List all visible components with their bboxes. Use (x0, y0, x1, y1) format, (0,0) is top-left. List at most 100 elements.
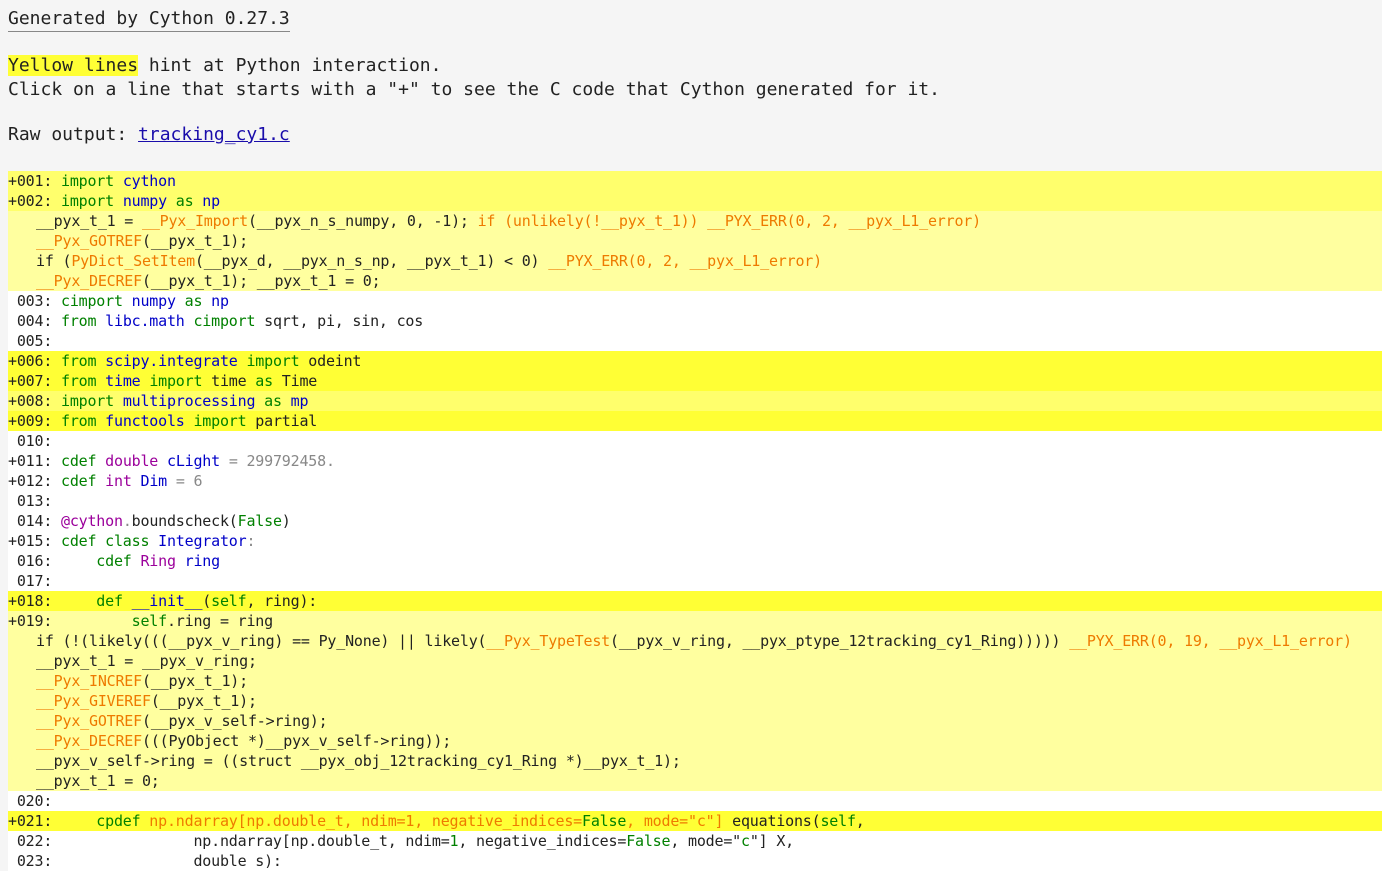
code-token: __Pyx_GIVEREF (36, 692, 151, 710)
code-token: __PYX_ERR(0, 2, __pyx_L1_error) (548, 252, 822, 270)
code-token: multiprocessing (122, 392, 256, 410)
code-token: functools (105, 412, 185, 430)
code-token: __pyx_t_1 = 0; (36, 772, 160, 790)
code-token: c (741, 832, 750, 850)
code-token: __Pyx_GOTREF (36, 232, 142, 250)
code-token: time (211, 372, 256, 390)
code-token: Integrator (158, 532, 247, 550)
source-line: 017: (8, 571, 1382, 591)
code-token: = 299792458. (219, 452, 335, 470)
code-token: __Pyx_TypeTest (486, 632, 611, 650)
line-number: +001: (8, 172, 53, 190)
code-token: if (!(likely(((__pyx_v_ring) == Py_None)… (36, 632, 487, 650)
code-token: as (175, 292, 212, 310)
source-line[interactable]: +008: import multiprocessing as mp (8, 391, 1382, 411)
code-token: : (246, 532, 256, 550)
code-token: double s): (52, 852, 282, 870)
line-number: +018: (8, 592, 53, 610)
c-code-line: __pyx_v_self->ring = ((struct __pyx_obj_… (8, 751, 1382, 771)
source-line[interactable]: +002: import numpy as np (8, 191, 1382, 211)
line-number: 023: (8, 852, 53, 870)
code-token: cdef (52, 452, 106, 470)
line-number: 013: (8, 492, 53, 510)
code-token: from (52, 412, 106, 430)
source-line: 005: (8, 331, 1382, 351)
code-token: cLight (158, 452, 220, 470)
code-token: if (unlikely(!__pyx_t_1)) __PYX_ERR(0, 2… (477, 212, 982, 230)
source-line[interactable]: +007: from time import time as Time (8, 371, 1382, 391)
line-number: +019: (8, 612, 53, 630)
raw-output-row: Raw output: tracking_cy1.c (8, 124, 1374, 145)
code-token: (((PyObject *)__pyx_v_self->ring)); (141, 732, 452, 750)
code-token: self (211, 592, 247, 610)
code-token: from (52, 372, 106, 390)
source-line: 014: @cython.boundscheck(False) (8, 511, 1382, 531)
code-token: cdef (52, 552, 141, 570)
source-line[interactable]: +021: cpdef np.ndarray[np.double_t, ndim… (8, 811, 1382, 831)
code-token: cdef (52, 472, 106, 490)
code-token: (__pyx_v_ring, __pyx_ptype_12tracking_cy… (610, 632, 1070, 650)
raw-output-label: Raw output: (8, 124, 139, 145)
code-token: scipy.integrate (105, 352, 238, 370)
source-line[interactable]: +019: self.ring = ring (8, 611, 1382, 631)
line-number: +021: (8, 812, 53, 830)
c-code-line: __Pyx_INCREF(__pyx_t_1); (8, 671, 1382, 691)
line-number: +009: (8, 412, 53, 430)
c-code-line: __pyx_t_1 = 0; (8, 771, 1382, 791)
code-token: __init__ (131, 592, 203, 610)
code-token: partial (255, 412, 318, 430)
code-token: __PYX_ERR(0, 19, __pyx_L1_error) (1069, 632, 1352, 650)
source-line[interactable]: +012: cdef int Dim = 6 (8, 471, 1382, 491)
hint-line-1: Yellow lines hint at Python interaction. (8, 54, 1374, 78)
code-token: cpdef (52, 812, 150, 830)
raw-output-link[interactable]: tracking_cy1.c (138, 124, 290, 145)
c-code-line: __Pyx_DECREF(__pyx_t_1); __pyx_t_1 = 0; (8, 271, 1382, 291)
code-token: int (105, 472, 132, 490)
code-token: import (140, 372, 212, 390)
source-line: 003: cimport numpy as np (8, 291, 1382, 311)
source-line[interactable]: +018: def __init__(self, ring): (8, 591, 1382, 611)
c-code-line: __Pyx_DECREF(((PyObject *)__pyx_v_self->… (8, 731, 1382, 751)
source-line[interactable]: +015: cdef class Integrator: (8, 531, 1382, 551)
code-token: import (237, 352, 309, 370)
code-token: libc.math (105, 312, 185, 330)
code-token: Time (281, 372, 318, 390)
code-token: , ring): (246, 592, 318, 610)
hint-line-2: Click on a line that starts with a "+" t… (8, 79, 940, 100)
c-code-line: if (PyDict_SetItem(__pyx_d, __pyx_n_s_np… (8, 251, 1382, 271)
code-token: cimport (184, 312, 265, 330)
code-token: numpy (131, 292, 176, 310)
code-token: from (52, 352, 106, 370)
code-token: __Pyx_GOTREF (36, 712, 142, 730)
code-token: def (52, 592, 132, 610)
code-token: numpy (122, 192, 167, 210)
generator-credit: Generated by Cython 0.27.3 (8, 8, 290, 32)
line-number: 022: (8, 832, 53, 850)
code-token: , mode="c"] (626, 812, 724, 830)
c-code-line: __pyx_t_1 = __Pyx_Import(__pyx_n_s_numpy… (8, 211, 1382, 231)
code-token: , mode=" (670, 832, 741, 850)
code-token: @cython (52, 512, 123, 530)
c-code-line: if (!(likely(((__pyx_v_ring) == Py_None)… (8, 631, 1382, 651)
source-line[interactable]: +011: cdef double cLight = 299792458. (8, 451, 1382, 471)
source-line: 016: cdef Ring ring (8, 551, 1382, 571)
code-token: np (211, 292, 229, 310)
code-token: as (255, 372, 282, 390)
source-line: 004: from libc.math cimport sqrt, pi, si… (8, 311, 1382, 331)
code-token: False (626, 832, 671, 850)
source-line[interactable]: +006: from scipy.integrate import odeint (8, 351, 1382, 371)
code-token: np.ndarray[np.double_t, ndim=1, negative… (149, 812, 583, 830)
code-token: import (52, 172, 123, 190)
code-token: sqrt, pi, sin, cos (264, 312, 424, 330)
code-token: cdef class (52, 532, 159, 550)
code-token: from (52, 312, 106, 330)
code-token: Dim (131, 472, 167, 490)
code-token: (__pyx_n_s_numpy, 0, -1); (247, 212, 478, 230)
code-token: __Pyx_DECREF (36, 732, 142, 750)
code-token: (__pyx_v_self->ring); (141, 712, 328, 730)
source-line: 013: (8, 491, 1382, 511)
source-line[interactable]: +009: from functools import partial (8, 411, 1382, 431)
code-token: as (255, 392, 291, 410)
line-number: +006: (8, 352, 53, 370)
source-line[interactable]: +001: import cython (8, 171, 1382, 191)
